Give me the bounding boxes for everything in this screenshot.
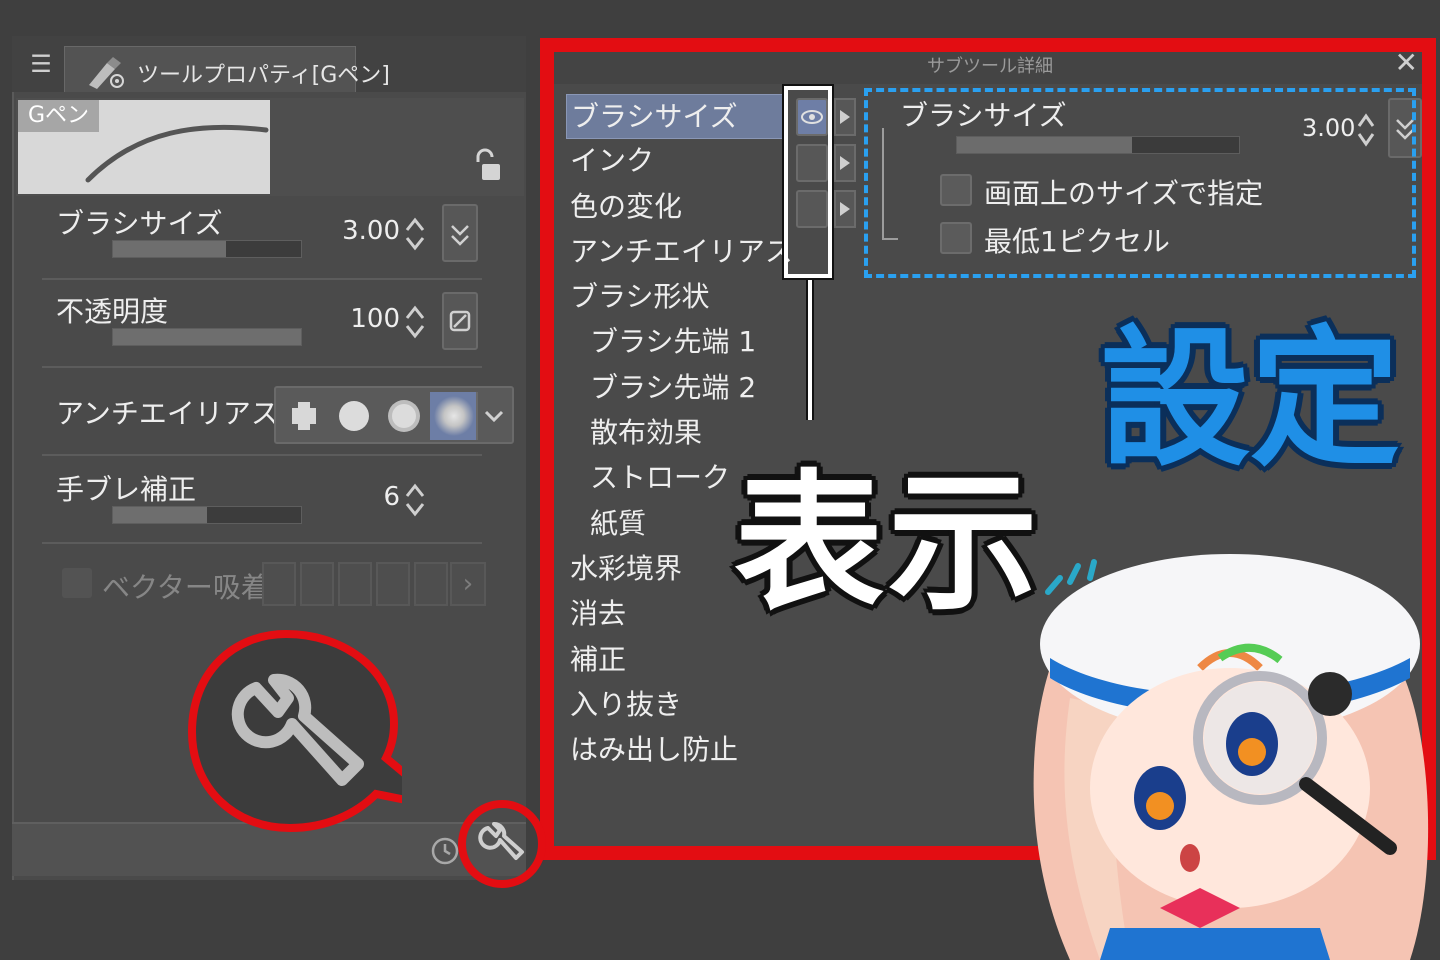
vector-snap-option[interactable]	[338, 562, 372, 606]
antialias-weak-option[interactable]	[330, 392, 378, 440]
vector-snap-option[interactable]	[262, 562, 296, 606]
stabilization-value[interactable]: 6	[383, 482, 400, 512]
mascot-character-illustration	[1033, 554, 1429, 960]
vector-snap-row: ベクター吸着 ›	[56, 556, 496, 612]
antialias-label: アンチエイリアス	[56, 397, 279, 430]
circle-icon	[339, 401, 369, 431]
tab-tool-property[interactable]: ツールプロパティ[Gペン]	[64, 46, 390, 92]
brush-preview: Gペン	[16, 98, 524, 196]
vector-snap-option[interactable]	[300, 562, 334, 606]
spin-arrows-icon[interactable]	[404, 302, 426, 342]
spin-arrows-icon[interactable]	[404, 480, 426, 520]
settings-highlight-frame	[864, 88, 1416, 278]
pen-tool-icon	[89, 57, 124, 89]
lock-icon[interactable]	[472, 148, 502, 182]
brush-size-row: ブラシサイズ 3.00	[42, 202, 492, 282]
blurred-circle-icon	[434, 396, 474, 436]
stabilization-slider[interactable]	[112, 506, 302, 524]
tab-label: ツールプロパティ[Gペン]	[137, 63, 390, 88]
settings-annotation-label: 設定	[1100, 313, 1401, 487]
antialias-options	[274, 386, 514, 444]
brush-size-slider[interactable]	[112, 240, 302, 258]
brush-size-label: ブラシサイズ	[56, 207, 223, 240]
panel-tab-bar: ☰ ツールプロパティ[Gペン]	[12, 36, 526, 92]
divider	[42, 542, 482, 544]
vector-snap-checkbox[interactable]	[62, 568, 92, 598]
divider	[42, 454, 482, 456]
spin-arrows-icon[interactable]	[404, 214, 426, 254]
opacity-slider-fill	[113, 329, 301, 345]
stabilization-label: 手ブレ補正	[56, 473, 197, 506]
chevron-down-icon[interactable]	[476, 392, 510, 440]
speech-bubble	[187, 629, 402, 833]
vector-snap-option[interactable]	[376, 562, 410, 606]
chevron-right-icon[interactable]: ›	[450, 562, 486, 606]
hamburger-menu-icon[interactable]: ☰	[26, 50, 56, 78]
soft-circle-icon	[388, 400, 420, 432]
pressure-toggle-button[interactable]	[442, 204, 478, 262]
antialias-none-option[interactable]	[280, 392, 328, 440]
brush-name-label: Gペン	[18, 100, 100, 132]
brush-size-value[interactable]: 3.00	[342, 216, 400, 246]
vector-snap-options	[262, 562, 448, 606]
antialias-row: アンチエイリアス	[42, 386, 514, 462]
panel-edge	[12, 36, 14, 880]
brush-size-slider-fill	[113, 241, 226, 257]
vector-snap-label: ベクター吸着	[102, 571, 269, 604]
antialias-medium-option[interactable]	[380, 392, 428, 440]
display-highlight-frame	[782, 84, 834, 280]
display-pointer-line	[806, 280, 814, 420]
stabilization-row: 手ブレ補正 6	[42, 468, 492, 548]
wrench-icon[interactable]	[456, 798, 548, 890]
divider	[42, 366, 482, 368]
opacity-row: 不透明度 100	[42, 290, 492, 370]
opacity-label: 不透明度	[56, 295, 169, 328]
opacity-slider[interactable]	[112, 328, 302, 346]
vector-snap-option[interactable]	[414, 562, 448, 606]
antialias-strong-option[interactable]	[430, 392, 478, 440]
opacity-value[interactable]: 100	[350, 304, 400, 334]
pressure-icon	[451, 225, 469, 246]
slash-square-icon	[449, 310, 471, 332]
stabilization-slider-fill	[113, 507, 207, 523]
pixel-circle-icon	[292, 402, 316, 430]
opacity-option-button[interactable]	[442, 292, 478, 350]
divider	[42, 278, 482, 280]
